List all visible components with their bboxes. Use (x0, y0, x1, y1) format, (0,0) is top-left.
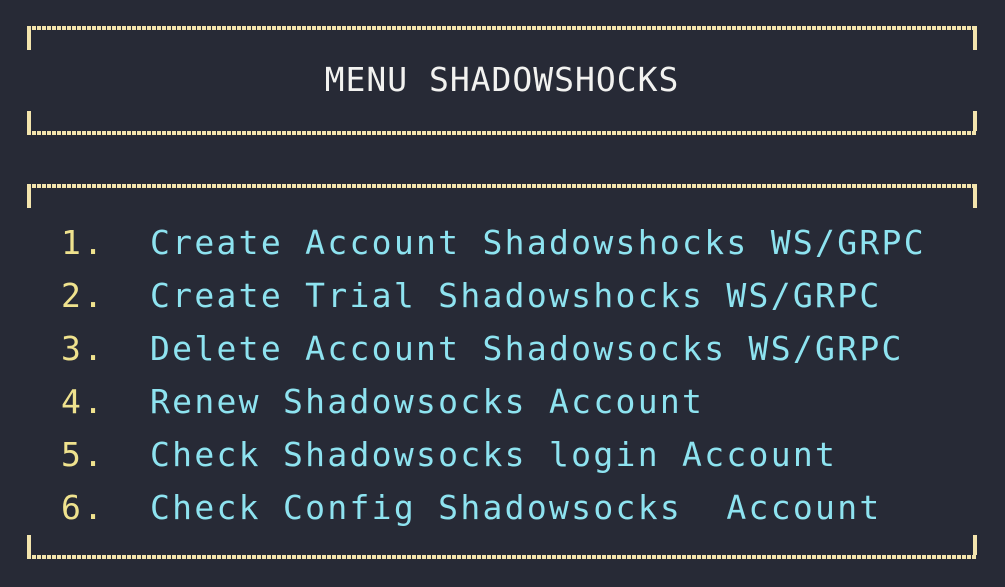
header-box: MENU SHADOWSHOCKS (27, 26, 977, 135)
menu-item-label: Check Shadowsocks login Account (150, 435, 838, 474)
header-box-top-border (27, 26, 977, 30)
header-box-bottom-border (27, 131, 977, 135)
menu-item-check-login[interactable]: 5. Check Shadowsocks login Account (61, 428, 926, 481)
menu-item-label: Create Account Shadowshocks WS/GRPC (150, 223, 926, 262)
menu-box-bottom-border (27, 555, 977, 559)
menu-item-create-account[interactable]: 1. Create Account Shadowshocks WS/GRPC (61, 216, 926, 269)
menu-item-delete-account[interactable]: 3. Delete Account Shadowsocks WS/GRPC (61, 322, 926, 375)
menu-item-number: 3. (61, 329, 106, 368)
menu-item-number: 1. (61, 223, 106, 262)
menu-item-create-trial[interactable]: 2. Create Trial Shadowshocks WS/GRPC (61, 269, 926, 322)
menu-box: 1. Create Account Shadowshocks WS/GRPC 2.… (27, 184, 977, 559)
menu-item-number: 5. (61, 435, 106, 474)
menu-title: MENU SHADOWSHOCKS (324, 60, 680, 99)
menu-item-label: Create Trial Shadowshocks WS/GRPC (150, 276, 882, 315)
menu-item-number: 6. (61, 488, 106, 527)
menu-item-renew-account[interactable]: 4. Renew Shadowsocks Account (61, 375, 926, 428)
menu-list: 1. Create Account Shadowshocks WS/GRPC 2.… (61, 216, 926, 534)
menu-item-label: Check Config Shadowsocks Account (150, 488, 882, 527)
menu-item-label: Renew Shadowsocks Account (150, 382, 705, 421)
menu-item-check-config[interactable]: 6. Check Config Shadowsocks Account (61, 481, 926, 534)
terminal-screen: MENU SHADOWSHOCKS 1. Create Account Shado… (0, 0, 1005, 587)
menu-item-number: 4. (61, 382, 106, 421)
menu-item-label: Delete Account Shadowsocks WS/GRPC (150, 329, 904, 368)
menu-box-top-border (27, 184, 977, 188)
menu-item-number: 2. (61, 276, 106, 315)
